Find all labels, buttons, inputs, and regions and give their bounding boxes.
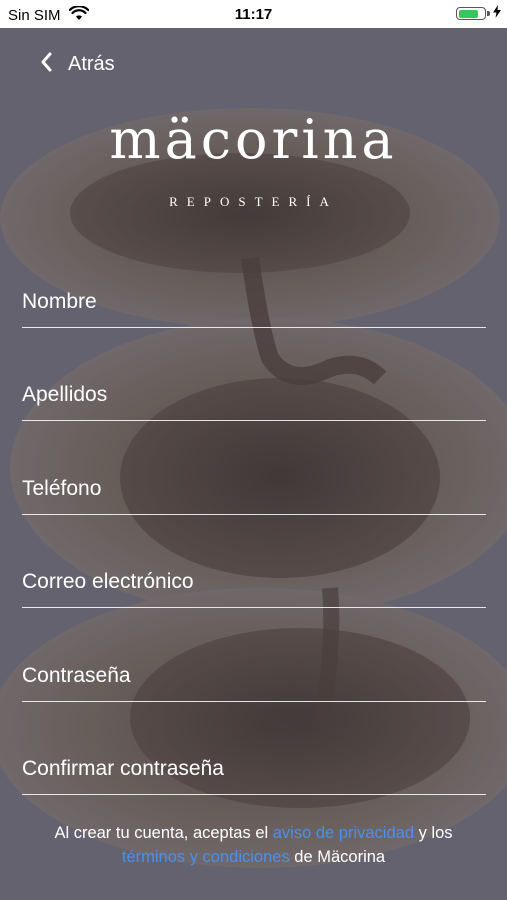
terms-link[interactable]: términos y condiciones bbox=[122, 848, 290, 866]
first-name-field[interactable] bbox=[22, 282, 486, 328]
email-field[interactable] bbox=[22, 562, 486, 608]
phone-input[interactable] bbox=[22, 469, 486, 514]
back-button[interactable]: Atrás bbox=[40, 52, 115, 77]
last-name-input[interactable] bbox=[22, 375, 486, 420]
back-label: Atrás bbox=[68, 53, 115, 75]
battery-tip bbox=[487, 11, 490, 16]
battery-icon bbox=[456, 7, 490, 20]
email-input[interactable] bbox=[22, 562, 486, 607]
legal-suffix: de Mäcorina bbox=[294, 848, 386, 866]
status-bar: Sin SIM 11:17 bbox=[0, 0, 507, 28]
first-name-input[interactable] bbox=[22, 282, 486, 327]
brand-subtitle: REPOSTERÍA bbox=[169, 194, 338, 209]
phone-field[interactable] bbox=[22, 469, 486, 515]
password-field[interactable] bbox=[22, 656, 486, 702]
status-right bbox=[456, 5, 501, 22]
back-chevron-icon bbox=[40, 52, 52, 77]
brand-logo: mäcorina bbox=[109, 108, 398, 171]
battery-level-fill bbox=[458, 9, 478, 18]
confirm-password-field[interactable] bbox=[22, 749, 486, 795]
password-input[interactable] bbox=[22, 656, 486, 701]
legal-notice: Al crear tu cuenta, aceptas el aviso de … bbox=[10, 821, 497, 869]
privacy-notice-link[interactable]: aviso de privacidad bbox=[273, 824, 414, 842]
legal-middle: y los bbox=[418, 824, 453, 842]
legal-prefix: Al crear tu cuenta, aceptas el bbox=[54, 824, 269, 842]
clock: 11:17 bbox=[234, 6, 273, 23]
confirm-password-input[interactable] bbox=[22, 749, 486, 794]
last-name-field[interactable] bbox=[22, 375, 486, 421]
charging-bolt-icon bbox=[493, 5, 501, 22]
